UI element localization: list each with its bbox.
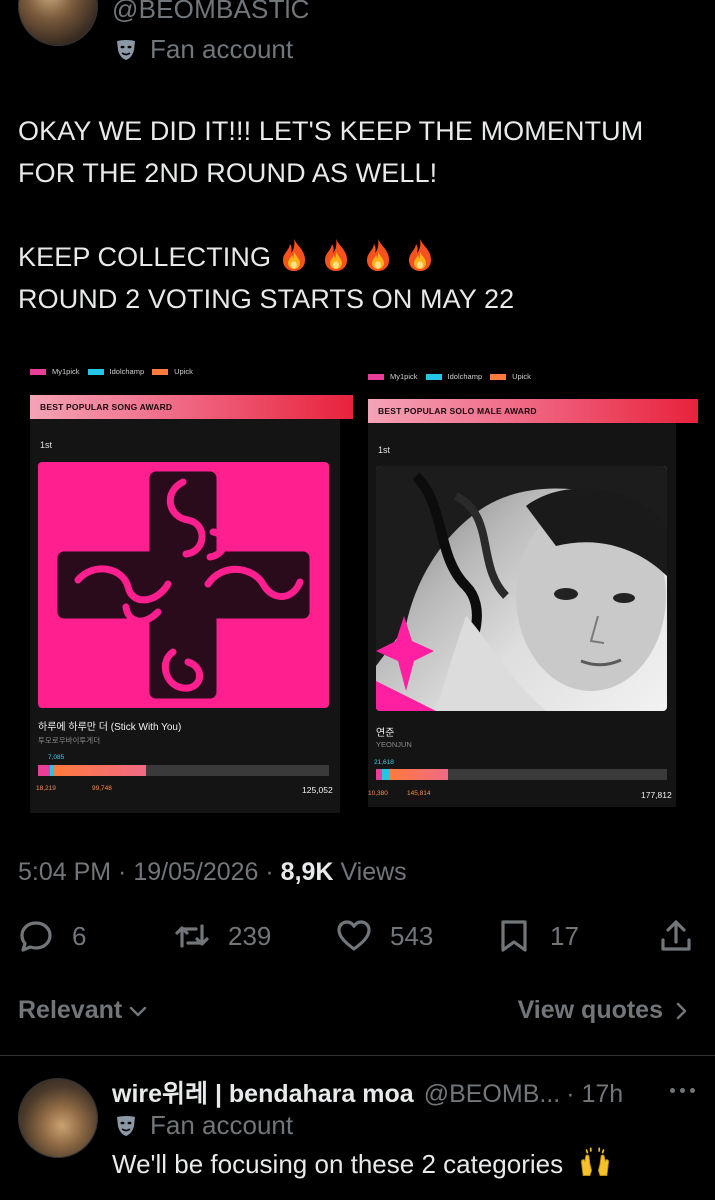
bar-segment-my1pick: [38, 765, 50, 776]
sort-label: Relevant: [18, 996, 123, 1024]
award-header: BEST POPULAR SOLO MALE AWARD: [368, 399, 698, 423]
chevron-right-icon: [676, 1002, 687, 1019]
reply-button[interactable]: 6: [18, 918, 86, 954]
repost-count: 239: [228, 920, 272, 951]
bookmark-count: 17: [550, 920, 579, 951]
reply-display-name[interactable]: wire위레 | bendahara moa: [112, 1074, 414, 1110]
legend-swatch-idolchamp: [87, 368, 104, 375]
bookmark-icon: [501, 920, 527, 952]
reply-fan-account-badge: Fan account: [114, 1110, 293, 1141]
share-button[interactable]: [658, 918, 712, 954]
action-bar: 6 239 543 17: [0, 912, 715, 962]
repost-button[interactable]: 239: [174, 918, 271, 954]
divider: [0, 1055, 715, 1056]
fan-account-label: Fan account: [150, 34, 294, 64]
performing-arts-icon: [117, 1115, 135, 1136]
artist-romanized: YEONJUN: [376, 740, 412, 749]
tweet-line-2: FOR THE 2ND ROUND AS WELL!: [18, 158, 438, 188]
reply-text: We'll be focusing on these 2 categories: [112, 1145, 612, 1180]
mid-vote-value: 145,814: [407, 790, 431, 797]
like-button[interactable]: 543: [336, 918, 433, 954]
tweet-date: 19/05/2026: [133, 858, 259, 886]
chart-legend: My1pick Idolchamp Upick: [30, 367, 193, 376]
legend-swatch-upick: [490, 373, 507, 380]
album-cover: [38, 462, 329, 708]
legend-swatch-my1pick: [30, 368, 46, 375]
tweet-text: OKAY WE DID IT!!! LET'S KEEP THE MOMENTU…: [18, 110, 708, 320]
mid-vote-value: 99,748: [92, 785, 112, 792]
chart-legend: My1pick Idolchamp Upick: [368, 372, 531, 381]
heart-icon: [337, 920, 371, 951]
rank-label: 1st: [378, 445, 391, 455]
top-vote-value: 7,085: [48, 754, 65, 761]
more-dot: [680, 1088, 685, 1093]
bookmark-button[interactable]: 17: [496, 918, 579, 954]
bar-segment-upick: [54, 765, 146, 776]
bar-segment-idolchamp: [382, 769, 390, 780]
legend-swatch-upick: [152, 368, 169, 375]
legend-idolchamp: Idolchamp: [109, 367, 145, 376]
legend-my1pick: My1pick: [390, 372, 418, 381]
cross-artwork-icon: [57, 471, 310, 699]
reply-handle[interactable]: @BEOMB...: [424, 1080, 561, 1109]
artist-name: 연준: [376, 728, 395, 739]
share-icon: [661, 920, 691, 951]
author-handle[interactable]: @BEOMBASTlC: [112, 0, 310, 25]
total-votes: 125,052: [302, 785, 333, 795]
sort-relevant-dropdown[interactable]: Relevant: [18, 996, 148, 1025]
bar-segment-upick: [390, 769, 448, 780]
more-dot: [690, 1088, 695, 1093]
left-vote-value: 18,219: [36, 785, 56, 792]
more-dot: [670, 1088, 675, 1093]
fan-account-label: Fan account: [150, 1110, 294, 1140]
reply-count: 6: [72, 920, 87, 951]
vote-bar-fill: [376, 769, 448, 780]
repost-icon: [175, 924, 209, 948]
like-count: 543: [390, 920, 434, 951]
tweet-line-3-text: KEEP COLLECTING: [18, 242, 272, 272]
views-count: 8,9K: [280, 858, 334, 886]
tweet-line-1: OKAY WE DID IT!!! LET'S KEEP THE MOMENTU…: [18, 116, 644, 146]
more-options-button[interactable]: [670, 1088, 695, 1093]
performing-arts-icon: [117, 39, 135, 60]
raising-hands-icon: [581, 1147, 610, 1177]
reply-header: wire위레 | bendahara moa @BEOMB... · 17h: [112, 1074, 623, 1110]
total-votes: 177,812: [641, 790, 672, 800]
tweet-line-4: ROUND 2 VOTING STARTS ON MAY 22: [18, 284, 515, 314]
fire-emojis: [279, 239, 447, 272]
song-title: 하루에 하루만 더 (Stick With You): [38, 722, 182, 733]
legend-swatch-my1pick: [368, 373, 384, 380]
song-artist: 투모로우바이투게더: [38, 736, 101, 745]
author-avatar[interactable]: [18, 0, 98, 46]
fire-icon: [282, 239, 305, 271]
reply-avatar[interactable]: [18, 1078, 98, 1158]
view-quotes-link[interactable]: View quotes: [518, 996, 691, 1025]
fire-icon: [324, 239, 347, 271]
tweet-line-3: KEEP COLLECTING: [18, 236, 708, 278]
reply-text-body: We'll be focusing on these 2 categories: [112, 1149, 564, 1179]
tweet-time: 5:04 PM: [18, 858, 112, 886]
reply-icon: [20, 921, 52, 952]
chevron-down-icon: [130, 1006, 147, 1016]
fire-icon: [366, 239, 389, 271]
top-vote-value: 21,618: [374, 759, 394, 766]
rank-label: 1st: [40, 440, 53, 450]
tweet-meta: 5:04 PM · 19/05/2026 · 8,9K Views: [18, 858, 407, 886]
reply-time: · 17h: [566, 1080, 624, 1108]
views-label[interactable]: Views: [340, 858, 406, 886]
legend-swatch-idolchamp: [425, 373, 442, 380]
vote-bar-fill: [38, 765, 146, 776]
award-header: BEST POPULAR SONG AWARD: [30, 395, 353, 419]
fire-icon: [408, 239, 431, 271]
legend-upick: Upick: [512, 372, 531, 381]
artist-photo: [376, 466, 667, 711]
left-vote-value: 10,380: [368, 790, 388, 797]
portrait-illustration: [376, 466, 667, 711]
fan-account-badge: Fan account: [114, 34, 293, 65]
legend-idolchamp: Idolchamp: [447, 372, 483, 381]
view-quotes-label: View quotes: [517, 996, 663, 1024]
legend-upick: Upick: [174, 367, 193, 376]
legend-my1pick: My1pick: [52, 367, 80, 376]
